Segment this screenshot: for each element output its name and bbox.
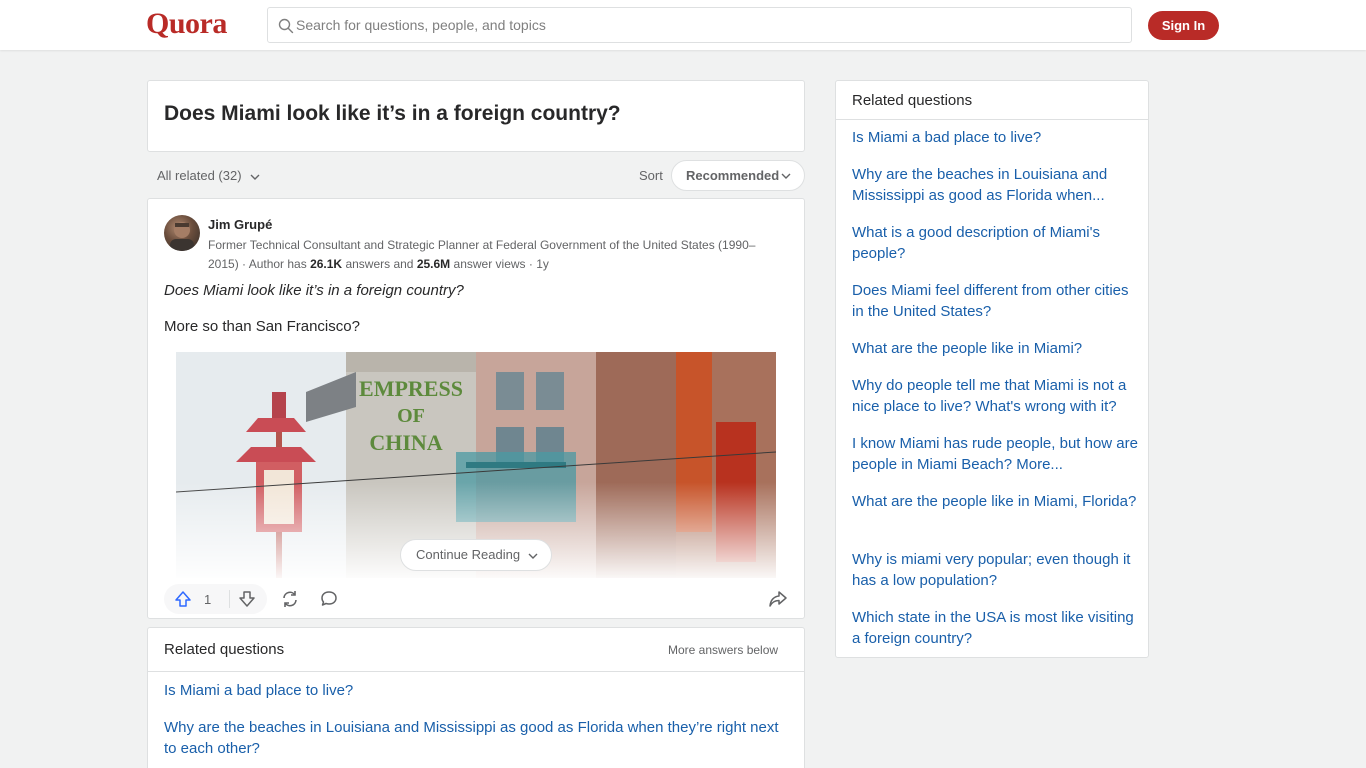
sidebar-question-link[interactable]: Is Miami a bad place to live? — [852, 127, 1142, 148]
sign-in-button[interactable]: Sign In — [1148, 11, 1219, 40]
sort-value: Recommended — [686, 168, 780, 183]
views-text: answer views · 1y — [450, 257, 549, 271]
related-questions-sidebar: Related questions Is Miami a bad place t… — [835, 80, 1149, 658]
share-icon[interactable] — [768, 589, 788, 609]
author-name[interactable]: Jim Grupé — [208, 217, 272, 232]
downvote-icon[interactable] — [238, 590, 256, 608]
sidebar-question-link[interactable]: I know Miami has rude people, but how ar… — [852, 433, 1142, 475]
author-credential: Former Technical Consultant and Strategi… — [208, 236, 768, 274]
related-heading: Related questions — [164, 641, 285, 658]
author-avatar[interactable] — [164, 215, 200, 251]
sort-label: Sort — [639, 168, 663, 183]
answers-count: 26.1K — [310, 257, 343, 271]
comment-icon[interactable] — [319, 589, 339, 609]
related-question-link[interactable]: Why are the beaches in Louisiana and Mis… — [164, 717, 794, 759]
sort-dropdown[interactable]: Recommended — [671, 160, 805, 191]
chevron-down-icon — [528, 553, 538, 559]
chevron-down-icon — [250, 174, 260, 180]
question-card: Does Miami look like it’s in a foreign c… — [147, 80, 805, 152]
vote-divider — [229, 590, 230, 608]
empress-sign: EMPRESS OF CHINA — [359, 376, 463, 455]
search-input[interactable] — [296, 8, 1116, 42]
chevron-down-icon — [781, 173, 791, 179]
sign-line-1: EMPRESS — [359, 376, 463, 401]
reshare-icon[interactable] — [280, 589, 300, 609]
divider — [148, 671, 804, 672]
answer-card: Jim Grupé Former Technical Consultant an… — [147, 198, 805, 619]
continue-reading-label: Continue Reading — [416, 547, 521, 562]
all-related-label: All related (32) — [157, 168, 242, 183]
upvote-icon[interactable] — [174, 590, 192, 608]
top-bar: Quora Sign In — [0, 0, 1366, 50]
continue-reading-button[interactable]: Continue Reading — [400, 539, 552, 571]
answers-text: answers and — [342, 257, 417, 271]
sidebar-question-link[interactable]: Why do people tell me that Miami is not … — [852, 375, 1142, 417]
quoted-question: Does Miami look like it’s in a foreign c… — [164, 282, 464, 299]
answer-text: More so than San Francisco? — [164, 318, 360, 335]
views-count: 25.6M — [416, 257, 451, 271]
divider — [836, 119, 1148, 120]
related-question-link[interactable]: Is Miami a bad place to live? — [164, 680, 794, 701]
vote-pill: 1 — [164, 584, 267, 614]
quora-logo[interactable]: Quora — [146, 7, 227, 41]
sidebar-question-link[interactable]: What is a good description of Miami's pe… — [852, 222, 1142, 264]
sidebar-question-link[interactable]: Does Miami feel different from other cit… — [852, 280, 1142, 322]
more-answers-below: More answers below — [668, 643, 779, 657]
search-icon — [278, 18, 294, 34]
answer-actions: 1 — [164, 584, 790, 614]
sidebar-question-link[interactable]: Why are the beaches in Louisiana and Mis… — [852, 164, 1142, 206]
related-questions-main: Related questions More answers below Is … — [147, 627, 805, 768]
filter-bar: All related (32) Sort Recommended — [147, 160, 805, 192]
sidebar-question-link[interactable]: Which state in the USA is most like visi… — [852, 607, 1142, 649]
sidebar-question-link[interactable]: What are the people like in Miami? — [852, 338, 1142, 359]
sidebar-question-link[interactable]: Why is miami very popular; even though i… — [852, 549, 1142, 591]
question-title: Does Miami look like it’s in a foreign c… — [164, 102, 621, 125]
upvote-count: 1 — [204, 592, 212, 607]
sign-line-3: CHINA — [369, 430, 442, 455]
sidebar-question-link[interactable]: What are the people like in Miami, Flori… — [852, 491, 1142, 512]
avatar-photo — [170, 222, 194, 251]
sidebar-heading: Related questions — [852, 92, 973, 109]
sign-line-2: OF — [397, 405, 425, 427]
search-box[interactable] — [267, 7, 1132, 43]
all-related-dropdown[interactable]: All related (32) — [157, 168, 261, 183]
